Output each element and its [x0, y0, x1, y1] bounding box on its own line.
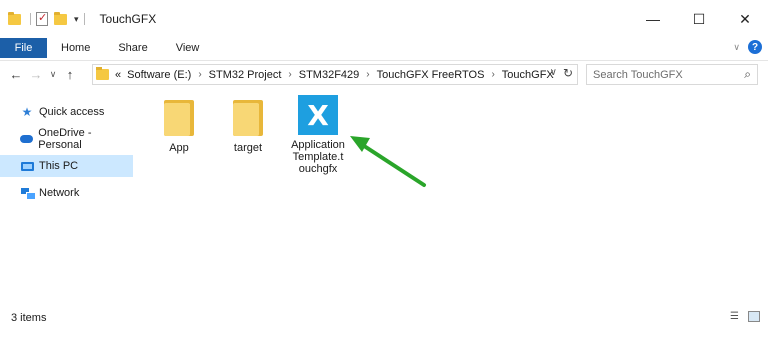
- breadcrumb-touchgfx[interactable]: TouchGFX: [502, 69, 554, 81]
- sidebar-item-label: Quick access: [39, 106, 105, 118]
- tab-home[interactable]: Home: [47, 38, 104, 58]
- help-icon[interactable]: ?: [748, 40, 762, 54]
- address-dropdown-icon[interactable]: ∨: [550, 67, 557, 78]
- navigation-bar: ← → ∨ ↑ « Software (E:) › STM32 Project …: [0, 60, 768, 88]
- breadcrumb-drive[interactable]: Software (E:): [127, 69, 191, 81]
- breadcrumb-separator[interactable]: ›: [288, 69, 291, 80]
- back-button[interactable]: ←: [6, 67, 26, 82]
- window-title: TouchGFX: [99, 12, 157, 26]
- details-view-icon[interactable]: ☰: [730, 311, 742, 322]
- sidebar-item-onedrive[interactable]: OneDrive - Personal: [0, 127, 133, 151]
- quick-access-toolbar: ▾: [8, 0, 90, 38]
- sidebar-item-quick-access[interactable]: ★ Quick access: [0, 101, 133, 123]
- status-bar: 3 items ☰: [0, 307, 768, 329]
- search-icon[interactable]: ⌕: [744, 67, 751, 82]
- computer-icon: [20, 161, 34, 171]
- breadcrumb-overflow[interactable]: «: [115, 69, 121, 81]
- tab-file[interactable]: File: [0, 38, 47, 58]
- ribbon-tabs: File Home Share View ∨ ?: [0, 38, 768, 58]
- expand-ribbon-icon[interactable]: ∨: [733, 42, 740, 53]
- window-controls: — ☐ ✕: [630, 0, 768, 38]
- new-folder-icon[interactable]: [54, 11, 67, 25]
- close-button[interactable]: ✕: [722, 0, 768, 38]
- breadcrumb-stm32-project[interactable]: STM32 Project: [209, 69, 282, 81]
- breadcrumb-separator[interactable]: ›: [198, 69, 201, 80]
- file-name: target: [233, 142, 263, 154]
- sidebar-item-network[interactable]: Network: [0, 182, 133, 204]
- properties-icon[interactable]: [36, 11, 48, 26]
- file-list: App target X Application Template.t ouch…: [150, 92, 760, 292]
- folder-icon: [233, 100, 263, 136]
- minimize-button[interactable]: —: [630, 0, 676, 38]
- folder-icon: [96, 67, 109, 80]
- up-button[interactable]: ↑: [60, 67, 80, 82]
- sidebar-item-label: This PC: [39, 160, 79, 172]
- title-bar: ▾ TouchGFX — ☐ ✕: [0, 0, 768, 38]
- cloud-icon: [20, 135, 34, 143]
- toolbar-divider: [83, 13, 85, 25]
- forward-button[interactable]: →: [26, 67, 46, 82]
- maximize-button[interactable]: ☐: [676, 0, 722, 38]
- star-icon: ★: [21, 105, 33, 119]
- item-count: 3 items: [11, 312, 47, 324]
- breadcrumb-stm32f429[interactable]: STM32F429: [299, 69, 360, 81]
- folder-item-target[interactable]: target: [217, 96, 279, 154]
- folder-item-app[interactable]: App: [148, 96, 210, 154]
- address-bar[interactable]: « Software (E:) › STM32 Project › STM32F…: [92, 64, 578, 85]
- file-name: App: [169, 142, 189, 154]
- tab-view[interactable]: View: [162, 38, 214, 58]
- ribbon-controls: ∨ ?: [733, 40, 762, 54]
- view-switcher: ☰: [730, 311, 760, 322]
- tab-share[interactable]: Share: [104, 38, 161, 58]
- annotation-arrow: [350, 136, 426, 187]
- search-box[interactable]: ⌕: [586, 64, 758, 85]
- recent-locations-button[interactable]: ∨: [46, 69, 60, 80]
- refresh-icon[interactable]: ↻: [563, 66, 573, 80]
- folder-icon[interactable]: [8, 11, 21, 25]
- navigation-pane: ★ Quick access OneDrive - Personal This …: [0, 92, 134, 292]
- sidebar-item-this-pc[interactable]: This PC: [0, 155, 133, 177]
- toolbar-divider: [30, 13, 31, 25]
- folder-icon: [164, 100, 194, 136]
- breadcrumb-separator[interactable]: ›: [366, 69, 369, 80]
- search-input[interactable]: [593, 68, 733, 81]
- sidebar-item-label: OneDrive - Personal: [38, 127, 92, 151]
- large-icons-view-icon[interactable]: [748, 311, 760, 322]
- breadcrumb-separator[interactable]: ›: [491, 69, 494, 80]
- network-icon: [20, 188, 36, 200]
- touchgfx-icon: X: [298, 95, 338, 135]
- sidebar-item-label: Network: [39, 187, 80, 199]
- customize-toolbar-dropdown[interactable]: ▾: [74, 14, 79, 25]
- breadcrumb-touchgfx-freertos[interactable]: TouchGFX FreeRTOS: [377, 69, 485, 81]
